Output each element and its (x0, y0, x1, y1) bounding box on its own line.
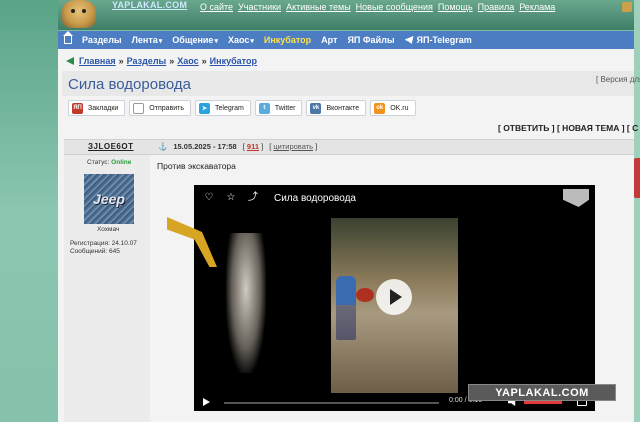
left-background (0, 0, 58, 422)
share-icon[interactable]: ⤴ (248, 193, 258, 203)
side-ad-tab[interactable] (634, 158, 640, 198)
registration-date: Регистрация: 24.10.07 (70, 240, 137, 247)
print-version-link[interactable]: [ Версия для (596, 75, 640, 84)
breadcrumb-separator: » (118, 56, 124, 66)
ok-icon: ok (374, 102, 386, 114)
video-title: Сила водоровода (274, 192, 356, 204)
site-logo-text[interactable]: YAPLAKAL.COM (112, 0, 187, 10)
nav-item-sections[interactable]: Разделы (82, 35, 122, 45)
user-title: Хохмач (97, 226, 120, 233)
top-link-ads[interactable]: Реклама (519, 2, 555, 12)
bookmarks-button[interactable]: ЯП Закладки (68, 100, 126, 116)
post-text: Против экскаватора (157, 161, 236, 171)
rating-link[interactable]: 911 (247, 142, 259, 151)
vk-icon: vk (310, 102, 322, 114)
control-play-icon[interactable] (203, 398, 210, 406)
breadcrumb: Главная » Разделы » Хаос » Инкубатор (66, 56, 257, 66)
right-background (634, 0, 640, 422)
person-image (336, 276, 356, 340)
telegram-icon: ➤ (199, 102, 211, 114)
star-icon[interactable]: ☆ (226, 193, 236, 203)
breadcrumb-sections[interactable]: Разделы (127, 56, 167, 66)
site-watermark: YAPLAKAL.COM (468, 384, 616, 401)
water-spray-image (226, 233, 266, 373)
share-twitter-button[interactable]: t Twitter (254, 100, 303, 116)
top-link-active-topics[interactable]: Активные темы (286, 2, 351, 12)
dog-logo-icon[interactable] (62, 0, 96, 28)
breadcrumb-separator: » (201, 56, 207, 66)
nav-item-yap-files[interactable]: ЯП Файлы (347, 35, 394, 45)
mail-icon (133, 102, 145, 114)
breadcrumb-arrow-icon (66, 57, 74, 65)
caret-down-icon: ▾ (158, 38, 163, 45)
telegram-icon (404, 36, 414, 44)
top-link-rules[interactable]: Правила (478, 2, 515, 12)
top-link-help[interactable]: Помощь (438, 2, 473, 12)
video-topbar: ♡ ☆ ⤴ Сила водоровода (194, 185, 595, 211)
main-nav: Разделы Лента▾ Общение▾ Хаос▾ Инкубатор … (58, 31, 634, 49)
breadcrumb-separator: » (169, 56, 175, 66)
user-menu-icon[interactable] (622, 2, 632, 12)
caret-down-icon: ▾ (250, 38, 254, 45)
share-bar: ЯП Закладки Отправить ➤ Telegram t Twitter … (68, 100, 416, 116)
breadcrumb-home[interactable]: Главная (79, 56, 116, 66)
nav-item-chaos[interactable]: Хаос▾ (228, 35, 254, 45)
avatar[interactable]: Jeep (84, 174, 134, 224)
anchor-icon[interactable]: ⚓ (158, 142, 167, 151)
top-link-about[interactable]: О сайте (200, 2, 233, 12)
volume-slider[interactable] (524, 401, 562, 404)
topic-actions: [ ОТВЕТИТЬ ] [ НОВАЯ ТЕМА ] [ С (498, 123, 638, 133)
share-vk-button[interactable]: vk Вконтакте (306, 100, 367, 116)
online-status: Online (111, 159, 132, 166)
yap-icon: ЯП (72, 102, 83, 114)
nav-item-feed[interactable]: Лента▾ (132, 35, 163, 45)
breadcrumb-incubator[interactable]: Инкубатор (210, 56, 257, 66)
nav-item-art[interactable]: Арт (321, 35, 337, 45)
nav-item-incubator[interactable]: Инкубатор (264, 35, 311, 45)
top-link-new-messages[interactable]: Новые сообщения (356, 2, 433, 12)
post-rating: [ 911 ] (242, 142, 264, 151)
progress-track[interactable] (224, 402, 439, 404)
share-ok-button[interactable]: ok OK.ru (370, 100, 416, 116)
play-button[interactable] (376, 279, 412, 315)
author-status: Статус: Online (87, 159, 132, 166)
top-links: О сайте Участники Активные темы Новые со… (200, 2, 555, 12)
message-count: Сообщений: 645 (70, 248, 120, 255)
post-date: 15.05.2025 - 17:58 (173, 142, 237, 151)
page-title: Сила водоровода (68, 76, 191, 93)
heart-icon[interactable]: ♡ (204, 193, 214, 203)
post-header (64, 139, 634, 155)
nav-item-yap-telegram[interactable]: ЯП-Telegram (404, 35, 472, 45)
post-author[interactable]: ЗJLOE6OT (88, 142, 133, 151)
post-quote: [ цитировать ] (269, 142, 318, 151)
caret-down-icon: ▾ (214, 38, 218, 45)
nav-item-communication[interactable]: Общение▾ (172, 35, 218, 45)
rock-image (356, 288, 374, 302)
home-icon[interactable] (63, 31, 73, 44)
quote-link[interactable]: цитировать (273, 142, 313, 151)
more-actions-button[interactable]: [ С (627, 123, 638, 133)
post-meta: ⚓ 15.05.2025 - 17:58 [ 911 ] [ цитироват… (158, 142, 317, 151)
breadcrumb-chaos[interactable]: Хаос (177, 56, 198, 66)
new-topic-button[interactable]: [ НОВАЯ ТЕМА ] (557, 123, 625, 133)
reply-button[interactable]: [ ОТВЕТИТЬ ] (498, 123, 555, 133)
share-telegram-button[interactable]: ➤ Telegram (195, 100, 251, 116)
twitter-icon: t (258, 102, 270, 114)
author-stats: Регистрация: 24.10.07 Сообщений: 645 (70, 240, 137, 256)
send-button[interactable]: Отправить (129, 100, 192, 116)
top-link-members[interactable]: Участники (238, 2, 281, 12)
